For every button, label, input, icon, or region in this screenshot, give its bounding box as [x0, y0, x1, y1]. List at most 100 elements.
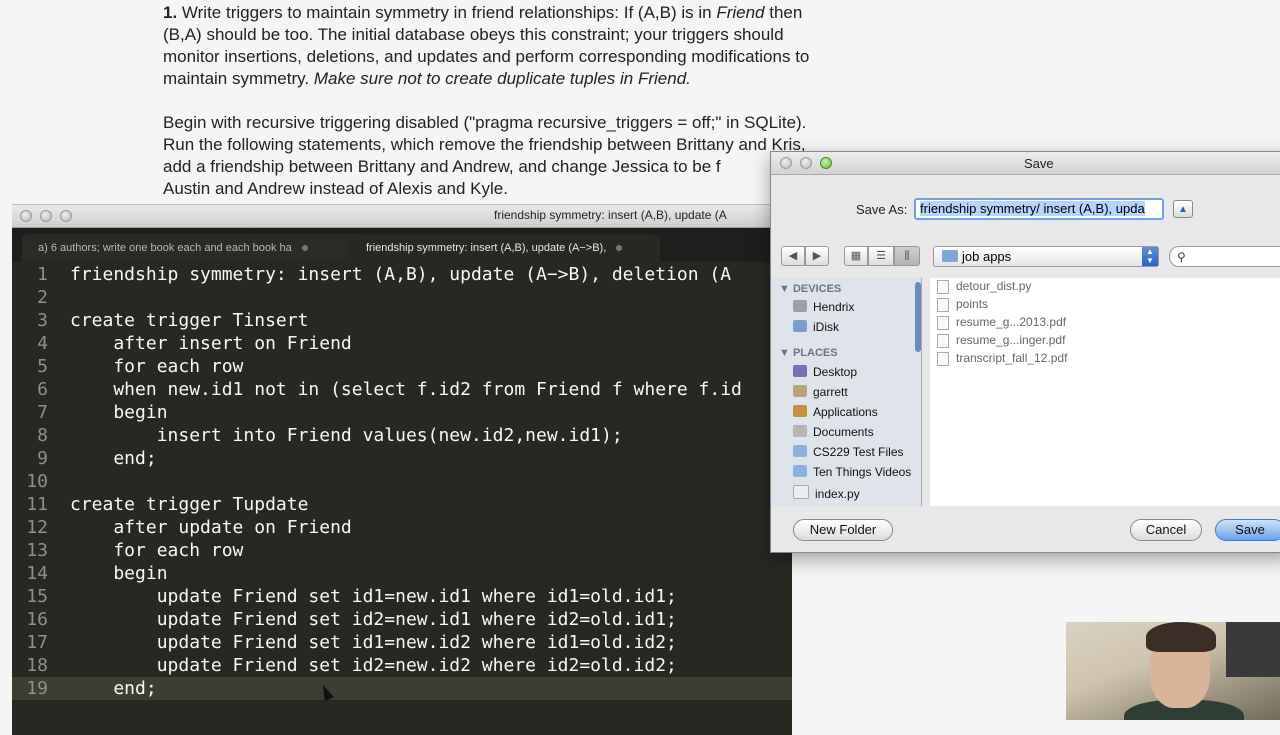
zoom-window-icon[interactable]: [820, 157, 832, 169]
save-as-field[interactable]: friendship symmetry/ insert (A,B), upda: [914, 198, 1164, 220]
code-line[interactable]: 2: [12, 286, 792, 309]
code-text: update Friend set id1=new.id1 where id1=…: [70, 586, 677, 607]
back-button[interactable]: ◀: [781, 246, 805, 266]
file-icon: [937, 316, 949, 330]
code-line[interactable]: 14 begin: [12, 562, 792, 585]
location-label: job apps: [962, 249, 1012, 264]
file-icon: [937, 280, 949, 294]
code-line[interactable]: 12 after update on Friend: [12, 516, 792, 539]
location-popup[interactable]: job apps ▲ ▼: [933, 246, 1159, 267]
code-text: begin: [70, 402, 168, 423]
sidebar-scrollbar[interactable]: [915, 282, 921, 352]
code-line[interactable]: 19 end;: [12, 677, 792, 700]
code-text: when new.id1 not in (select f.id2 from F…: [70, 379, 742, 400]
code-area[interactable]: 1 friendship symmetry: insert (A,B), upda…: [12, 263, 792, 700]
editor-titlebar: friendship symmetry: insert (A,B), updat…: [12, 205, 792, 228]
search-icon: ⚲: [1177, 250, 1186, 264]
tab-label: a) 6 authors; write one book each and ea…: [38, 242, 292, 254]
tab-friendship-symmetry[interactable]: friendship symmetry: insert (A,B), updat…: [350, 234, 660, 262]
code-line[interactable]: 11 create trigger Tupdate: [12, 493, 792, 516]
line-number: 9: [37, 448, 48, 469]
para1-text-a: Write triggers to maintain symmetry in f…: [177, 3, 717, 22]
search-input[interactable]: ⚲: [1169, 246, 1280, 267]
cancel-button[interactable]: Cancel: [1130, 519, 1202, 541]
list-item[interactable]: detour_dist.py: [937, 279, 1031, 294]
code-text: after update on Friend: [70, 517, 352, 538]
save-as-value: friendship symmetry/ insert (A,B), upda: [920, 201, 1145, 216]
code-editor-window: friendship symmetry: insert (A,B), updat…: [12, 204, 792, 735]
code-text: update Friend set id2=new.id2 where id2=…: [70, 655, 677, 676]
tab-authors[interactable]: a) 6 authors; write one book each and ea…: [22, 234, 360, 262]
devices-header: ▼ DEVICES: [779, 283, 842, 295]
applications-icon: [793, 405, 807, 417]
code-text: friendship symmetry: insert (A,B), updat…: [70, 264, 732, 285]
sidebar-item-garrett[interactable]: garrett: [793, 385, 848, 399]
list-item[interactable]: resume_g...inger.pdf: [937, 333, 1065, 348]
file-column: detour_dist.py points resume_g...2013.pd…: [930, 278, 1103, 506]
minimize-window-icon[interactable]: [40, 210, 52, 222]
collapse-dialog-button[interactable]: ▲: [1173, 200, 1193, 218]
list-item[interactable]: points: [937, 297, 988, 312]
webcam-overlay: [1066, 622, 1280, 720]
tab-label: friendship symmetry: insert (A,B), updat…: [366, 242, 607, 254]
save-button[interactable]: Save: [1215, 519, 1280, 541]
code-line[interactable]: 16 update Friend set id2=new.id1 where i…: [12, 608, 792, 631]
line-number: 12: [26, 517, 48, 538]
file-icon: [937, 352, 949, 366]
file-icon: [937, 298, 949, 312]
sidebar-item-ten-things[interactable]: Ten Things Videos: [793, 465, 911, 479]
finder-sidebar: ▼ DEVICES Hendrix iDisk ▼ PLACES Desktop…: [771, 278, 922, 506]
tab-close-icon[interactable]: [616, 245, 623, 252]
background-poster: [1226, 622, 1280, 677]
line-number: 16: [26, 609, 48, 630]
zoom-window-icon[interactable]: [60, 210, 72, 222]
code-line[interactable]: 17 update Friend set id1=new.id2 where i…: [12, 631, 792, 654]
code-line[interactable]: 9 end;: [12, 447, 792, 470]
sidebar-item-applications[interactable]: Applications: [793, 405, 878, 419]
file-icon: [937, 334, 949, 348]
code-line[interactable]: 4 after insert on Friend: [12, 332, 792, 355]
sidebar-item-cs229[interactable]: CS229 Test Files: [793, 445, 904, 459]
code-line[interactable]: 10: [12, 470, 792, 493]
code-line[interactable]: 8 insert into Friend values(new.id2,new.…: [12, 424, 792, 447]
minimize-window-icon[interactable]: [800, 157, 812, 169]
code-line[interactable]: 7 begin: [12, 401, 792, 424]
list-view-icon[interactable]: ☰: [868, 246, 894, 266]
list-item[interactable]: transcript_fall_12.pdf: [937, 351, 1067, 366]
desktop-icon: [793, 365, 807, 377]
code-line[interactable]: 18 update Friend set id2=new.id2 where i…: [12, 654, 792, 677]
paragraph-1: 1. Write triggers to maintain symmetry i…: [163, 2, 883, 90]
code-text: for each row: [70, 356, 244, 377]
empty-column: [1102, 278, 1280, 506]
code-line[interactable]: 5 for each row: [12, 355, 792, 378]
new-folder-button[interactable]: New Folder: [793, 519, 893, 541]
list-item[interactable]: resume_g...2013.pdf: [937, 315, 1066, 330]
sidebar-item-idisk[interactable]: iDisk: [793, 320, 839, 334]
column-view-icon[interactable]: ⫼: [894, 246, 920, 266]
code-line[interactable]: 6 when new.id1 not in (select f.id2 from…: [12, 378, 792, 401]
line-number: 18: [26, 655, 48, 676]
line-number: 3: [37, 310, 48, 331]
sidebar-item-hendrix[interactable]: Hendrix: [793, 300, 854, 314]
idisk-icon: [793, 320, 807, 332]
question-number: 1.: [163, 3, 178, 22]
close-window-icon[interactable]: [20, 210, 32, 222]
line-number: 8: [37, 425, 48, 446]
code-line[interactable]: 13 for each row: [12, 539, 792, 562]
sidebar-item-index-py[interactable]: index.py: [793, 485, 860, 501]
sidebar-item-documents[interactable]: Documents: [793, 425, 874, 439]
line-number: 15: [26, 586, 48, 607]
documents-icon: [793, 425, 807, 437]
code-line[interactable]: 15 update Friend set id1=new.id1 where i…: [12, 585, 792, 608]
forward-button[interactable]: ▶: [805, 246, 829, 266]
code-line[interactable]: 3 create trigger Tinsert: [12, 309, 792, 332]
code-line[interactable]: 1 friendship symmetry: insert (A,B), upda…: [12, 263, 792, 286]
line-number: 17: [26, 632, 48, 653]
line-number: 6: [37, 379, 48, 400]
save-dialog: Save Save As: friendship symmetry/ inser…: [770, 151, 1280, 553]
code-text: update Friend set id2=new.id1 where id2=…: [70, 609, 677, 630]
sidebar-item-desktop[interactable]: Desktop: [793, 365, 857, 379]
tab-close-icon[interactable]: [301, 245, 308, 252]
close-window-icon[interactable]: [780, 157, 792, 169]
icon-view-icon[interactable]: ▦: [844, 246, 868, 266]
